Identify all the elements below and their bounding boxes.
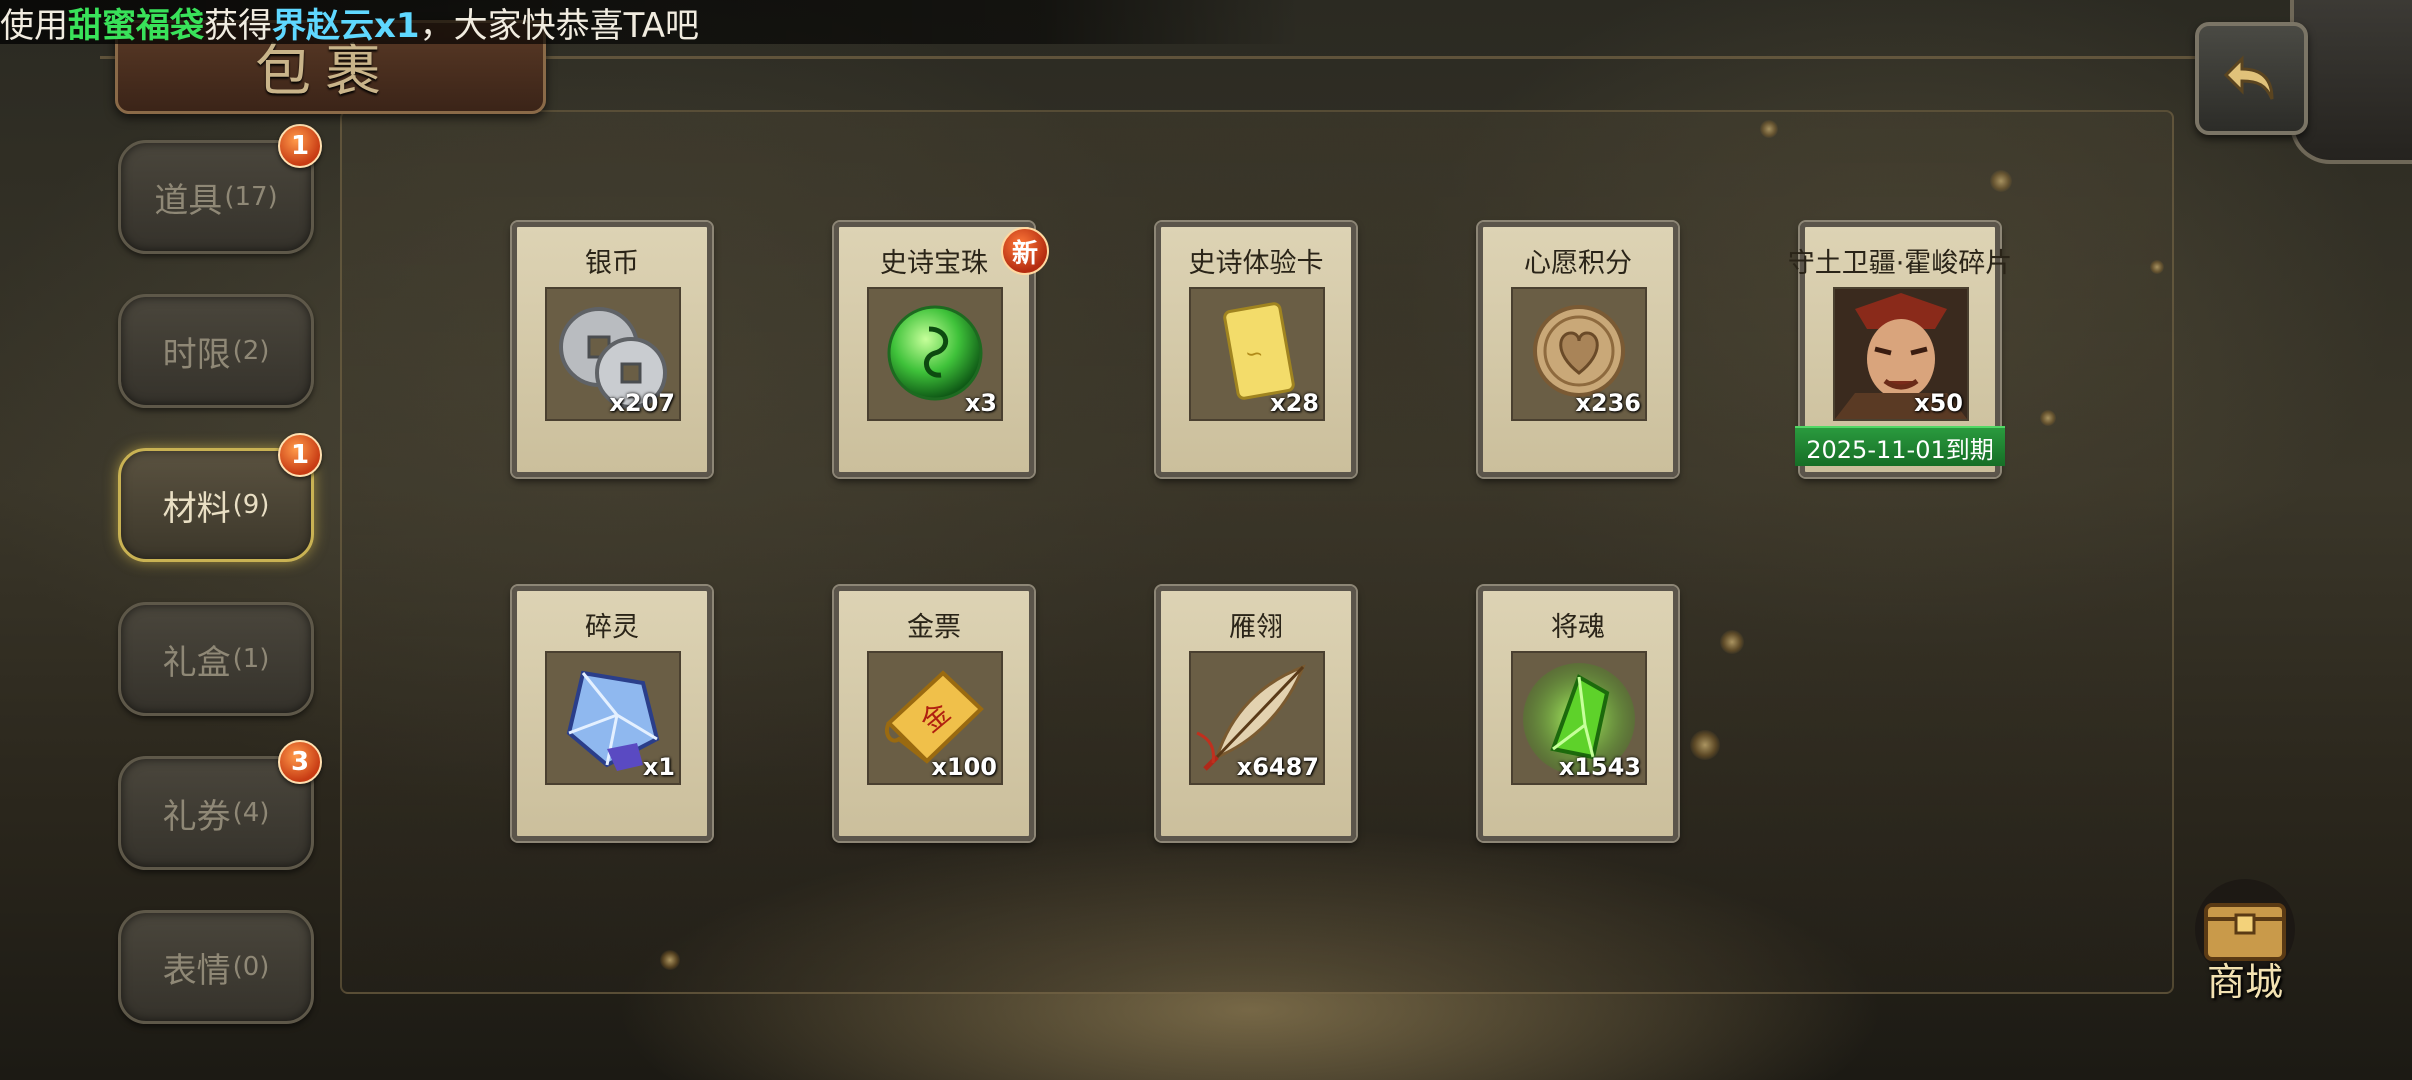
item-icon-slot: 金 x100 xyxy=(867,651,1003,785)
item-icon-slot: ∽ x28 xyxy=(1189,287,1325,421)
tab-count: (2) xyxy=(232,336,270,366)
broadcast-marquee: 使用 甜蜜福袋 获得 界赵云x1 ，大家快恭喜TA吧 xyxy=(0,0,1300,46)
item-card[interactable]: 心愿积分 x236 xyxy=(1478,222,1678,477)
item-name: 史诗体验卡 xyxy=(1188,248,1324,279)
marquee-suffix: ，大家快恭喜TA吧 xyxy=(419,5,699,46)
svg-text:∽: ∽ xyxy=(1245,342,1263,367)
tab-timed[interactable]: 时限 (2) xyxy=(118,294,314,408)
item-quantity: x1 xyxy=(642,753,675,781)
item-quantity: x3 xyxy=(964,389,997,417)
tab-label: 道具 xyxy=(154,180,223,221)
item-quantity: x236 xyxy=(1575,389,1641,417)
item-name: 守土卫疆·霍峻碎片 xyxy=(1787,248,2013,279)
expiry-date-label: 2025-11-01到期 xyxy=(1795,426,2005,466)
item-name: 银币 xyxy=(585,248,639,279)
backpack-screen: 使用 甜蜜福袋 获得 界赵云x1 ，大家快恭喜TA吧 包裹 道具 (17) 1 时… xyxy=(0,0,2412,1080)
tab-emotes[interactable]: 表情 (0) xyxy=(118,910,314,1024)
tab-label: 时限 xyxy=(162,334,231,375)
tab-count: (9) xyxy=(232,490,270,520)
item-card[interactable]: 金票 金 x100 xyxy=(834,586,1034,841)
new-badge: 新 xyxy=(1001,227,1049,275)
item-name: 将魂 xyxy=(1551,612,1605,643)
tab-label: 表情 xyxy=(162,950,231,991)
item-icon-slot: x236 xyxy=(1511,287,1647,421)
item-name: 碎灵 xyxy=(585,612,639,643)
item-quantity: x207 xyxy=(609,389,675,417)
item-quantity: x100 xyxy=(931,753,997,781)
back-button[interactable] xyxy=(2195,22,2308,135)
item-card[interactable]: 史诗宝珠 x3 新 xyxy=(834,222,1049,477)
tab-label: 礼券 xyxy=(162,796,231,837)
tab-count: (17) xyxy=(224,182,278,212)
item-icon-slot: x3 xyxy=(867,287,1003,421)
tab-label: 材料 xyxy=(162,488,231,529)
item-card[interactable]: 碎灵 x1 xyxy=(512,586,712,841)
tab-count: (1) xyxy=(232,644,270,674)
item-card[interactable]: 史诗体验卡 ∽ x28 xyxy=(1156,222,1356,477)
item-name: 雁翎 xyxy=(1229,612,1283,643)
item-icon-slot: x1 xyxy=(545,651,681,785)
item-card[interactable]: 将魂 x1543 xyxy=(1478,586,1678,841)
notification-badge: 1 xyxy=(278,124,322,168)
notification-badge: 1 xyxy=(278,433,322,477)
item-card[interactable]: 守土卫疆·霍峻碎片 x50 2025-11-01到期 xyxy=(1788,222,2012,477)
shop-label: 商城 xyxy=(2206,960,2283,1004)
item-card[interactable]: 雁翎 x6487 xyxy=(1156,586,1356,841)
item-icon-slot: x6487 xyxy=(1189,651,1325,785)
item-icon-slot: x50 xyxy=(1833,287,1969,421)
back-arrow-icon xyxy=(2223,54,2273,100)
item-name: 金票 xyxy=(907,612,961,643)
tab-count: (0) xyxy=(232,952,270,982)
tab-label: 礼盒 xyxy=(162,642,231,683)
corner-ornament xyxy=(2290,0,2412,164)
tab-count: (4) xyxy=(232,798,270,828)
item-name: 心愿积分 xyxy=(1524,248,1632,279)
notification-badge: 3 xyxy=(278,740,322,784)
item-quantity: x1543 xyxy=(1558,753,1641,781)
item-quantity: x28 xyxy=(1270,389,1319,417)
item-icon-slot: x1543 xyxy=(1511,651,1647,785)
item-icon-slot: x207 xyxy=(545,287,681,421)
marquee-middle: 获得 xyxy=(204,5,272,46)
marquee-item-name: 甜蜜福袋 xyxy=(68,5,204,46)
marquee-prefix: 使用 xyxy=(0,5,68,46)
shop-button[interactable]: 商城 xyxy=(2180,875,2310,1005)
item-card[interactable]: 银币 x207 xyxy=(512,222,712,477)
item-quantity: x6487 xyxy=(1236,753,1319,781)
tab-gift-box[interactable]: 礼盒 (1) xyxy=(118,602,314,716)
marquee-reward: 界赵云x1 xyxy=(272,5,420,46)
item-quantity: x50 xyxy=(1914,389,1963,417)
